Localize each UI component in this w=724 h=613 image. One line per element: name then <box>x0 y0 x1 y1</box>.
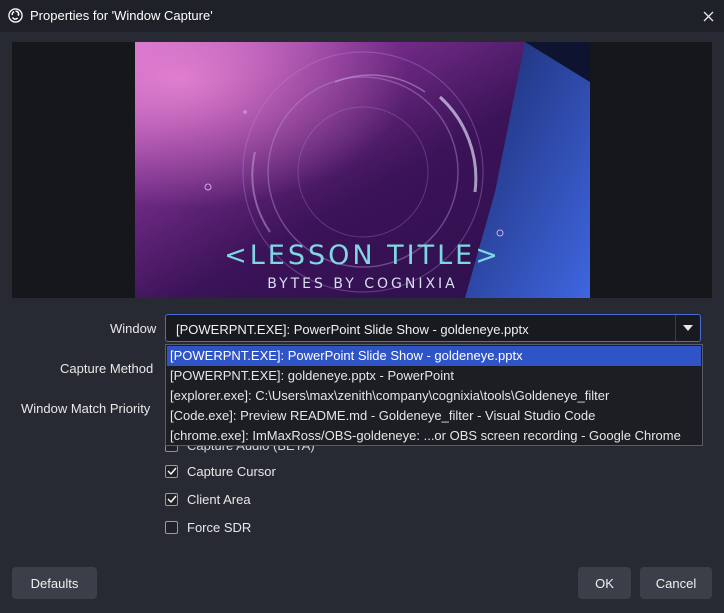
checkbox-box[interactable] <box>165 492 178 506</box>
source-preview: <LESSON TITLE> BYTES BY COGNIXIA <box>12 42 712 298</box>
client-area-checkbox[interactable]: Client Area <box>165 490 251 508</box>
window-option[interactable]: [chrome.exe]: ImMaxRoss/OBS-goldeneye: .… <box>167 426 701 446</box>
force-sdr-checkbox[interactable]: Force SDR <box>165 518 251 536</box>
capture-cursor-checkbox[interactable]: Capture Cursor <box>165 462 276 480</box>
window-label: Window <box>110 321 157 336</box>
title-bar: Properties for 'Window Capture' <box>0 0 724 32</box>
ok-button[interactable]: OK <box>578 567 631 599</box>
window-option[interactable]: [Code.exe]: Preview README.md - Goldeney… <box>167 406 701 426</box>
chevron-down-icon[interactable] <box>683 325 693 331</box>
checkbox-box[interactable] <box>165 464 178 478</box>
window-dropdown-list: [POWERPNT.EXE]: PowerPoint Slide Show - … <box>165 344 703 446</box>
window-option[interactable]: [POWERPNT.EXE]: PowerPoint Slide Show - … <box>167 346 701 366</box>
checkmark-icon <box>167 467 177 475</box>
force-sdr-label: Force SDR <box>187 519 252 535</box>
window-select-value: [POWERPNT.EXE]: PowerPoint Slide Show - … <box>176 322 529 337</box>
defaults-button[interactable]: Defaults <box>12 567 97 599</box>
checkmark-icon <box>167 495 177 503</box>
slide-preview-image: <LESSON TITLE> BYTES BY COGNIXIA <box>135 42 590 298</box>
properties-dialog: Properties for 'Window Capture' <LESSON … <box>0 0 724 613</box>
close-button[interactable] <box>694 2 722 30</box>
slide-subtitle: BYTES BY COGNIXIA <box>267 276 458 292</box>
dialog-title: Properties for 'Window Capture' <box>30 8 213 23</box>
obs-logo-icon <box>8 8 23 23</box>
checkbox-box[interactable] <box>165 520 178 534</box>
cancel-button[interactable]: Cancel <box>640 567 712 599</box>
window-match-priority-label: Window Match Priority <box>21 401 151 416</box>
window-select[interactable]: [POWERPNT.EXE]: PowerPoint Slide Show - … <box>165 314 701 342</box>
capture-cursor-label: Capture Cursor <box>187 463 276 479</box>
window-option[interactable]: [POWERPNT.EXE]: goldeneye.pptx - PowerPo… <box>167 366 701 386</box>
capture-method-label: Capture Method <box>60 361 154 376</box>
client-area-label: Client Area <box>187 491 251 507</box>
window-option[interactable]: [explorer.exe]: C:\Users\max\zenith\comp… <box>167 386 701 406</box>
dropdown-arrow[interactable] <box>675 315 700 341</box>
slide-title: <LESSON TITLE> <box>224 240 501 271</box>
close-icon[interactable] <box>703 11 714 22</box>
